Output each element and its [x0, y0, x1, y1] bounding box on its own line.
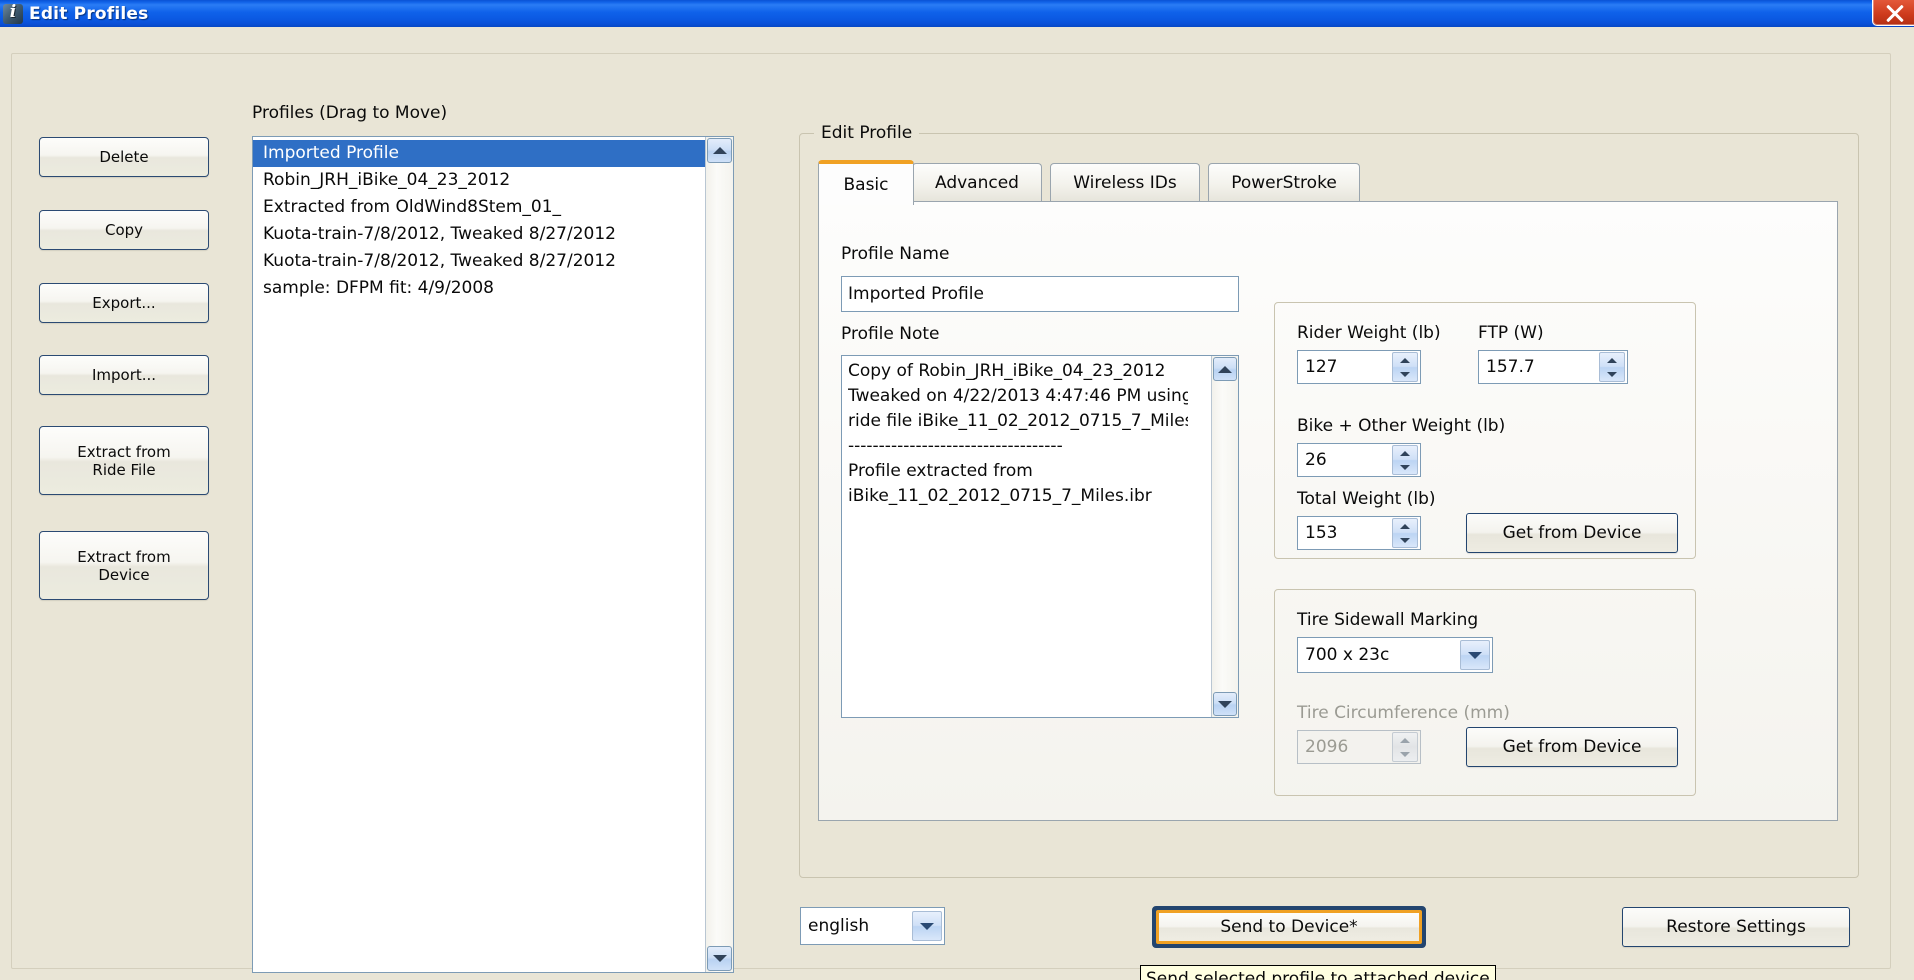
profile-name-label: Profile Name: [841, 244, 950, 264]
tab-powerstroke[interactable]: PowerStroke: [1208, 163, 1360, 202]
tab-wireless-ids[interactable]: Wireless IDs: [1050, 163, 1200, 202]
restore-settings-button[interactable]: Restore Settings: [1622, 907, 1850, 947]
title-bar: i Edit Profiles: [0, 0, 1914, 27]
tire-circumference-value: 2096: [1305, 737, 1349, 757]
tire-circumference-spinner: 2096: [1297, 730, 1421, 764]
note-scroll-up-button[interactable]: [1213, 357, 1237, 381]
profiles-list-items: Imported Profile Robin_JRH_iBike_04_23_2…: [253, 137, 706, 972]
export-button[interactable]: Export...: [39, 283, 209, 323]
bike-other-weight-spinner[interactable]: 26: [1297, 443, 1421, 477]
ftp-value: 157.7: [1486, 357, 1535, 377]
stepper-up-icon: [1400, 523, 1410, 529]
stepper-up-icon: [1400, 450, 1410, 456]
import-button[interactable]: Import...: [39, 355, 209, 395]
bike-other-weight-label: Bike + Other Weight (lb): [1297, 416, 1506, 436]
tab-basic[interactable]: Basic: [818, 160, 914, 205]
stepper-up-icon: [1400, 737, 1410, 743]
stepper-up-icon: [1400, 357, 1410, 363]
profiles-list-scrollbar[interactable]: [705, 137, 733, 972]
language-combobox[interactable]: english: [800, 907, 945, 945]
note-scroll-down-button[interactable]: [1213, 692, 1237, 716]
total-weight-spinner[interactable]: 153: [1297, 516, 1421, 550]
profile-note-textarea[interactable]: Copy of Robin_JRH_iBike_04_23_2012 Tweak…: [841, 355, 1239, 718]
list-item[interactable]: Kuota-train-7/8/2012, Tweaked 8/27/2012: [253, 248, 706, 275]
tire-sidewall-value: 700 x 23c: [1305, 645, 1390, 665]
bike-other-weight-value: 26: [1305, 450, 1327, 470]
app-icon: i: [2, 2, 24, 25]
weight-get-from-device-button[interactable]: Get from Device: [1466, 513, 1678, 553]
ftp-label: FTP (W): [1478, 323, 1544, 343]
list-item[interactable]: sample: DFPM fit: 4/9/2008: [253, 275, 706, 302]
total-weight-value: 153: [1305, 523, 1338, 543]
language-value: english: [808, 916, 870, 936]
rider-weight-label: Rider Weight (lb): [1297, 323, 1441, 343]
profiles-list-label: Profiles (Drag to Move): [252, 103, 448, 123]
list-item[interactable]: Robin_JRH_iBike_04_23_2012: [253, 167, 706, 194]
list-item[interactable]: Extracted from OldWind8Stem_01_: [253, 194, 706, 221]
edit-profile-group-title: Edit Profile: [814, 123, 920, 143]
edit-profiles-window: i Edit Profiles Delete Copy Export... Im…: [0, 0, 1914, 980]
scroll-up-button[interactable]: [707, 138, 732, 163]
chevron-down-icon: [1218, 700, 1232, 708]
tire-sidewall-label: Tire Sidewall Marking: [1297, 610, 1479, 630]
copy-button[interactable]: Copy: [39, 210, 209, 250]
profile-note-text: Copy of Robin_JRH_iBike_04_23_2012 Tweak…: [848, 361, 1188, 506]
profile-note-scrollbar[interactable]: [1211, 356, 1238, 717]
stepper-up-icon: [1607, 357, 1617, 363]
stepper-down-icon: [1400, 464, 1410, 470]
rider-weight-spinner[interactable]: 127: [1297, 350, 1421, 384]
send-to-device-tooltip: Send selected profile to attached device: [1140, 965, 1496, 980]
tire-circumference-stepper: [1392, 732, 1418, 762]
tab-advanced[interactable]: Advanced: [912, 163, 1042, 202]
dropdown-arrow-button[interactable]: [912, 911, 942, 941]
profiles-listbox[interactable]: Imported Profile Robin_JRH_iBike_04_23_2…: [252, 136, 734, 973]
dropdown-arrow-button[interactable]: [1460, 640, 1490, 670]
chevron-down-icon: [712, 955, 727, 962]
tab-page-basic: Profile Name Imported Profile Profile No…: [818, 201, 1838, 821]
send-to-device-label: Send to Device*: [1156, 910, 1422, 944]
send-to-device-button[interactable]: Send to Device*: [1152, 906, 1426, 948]
chevron-down-icon: [920, 922, 934, 930]
window-title: Edit Profiles: [29, 3, 149, 24]
list-item[interactable]: Imported Profile: [253, 140, 706, 167]
ftp-spinner[interactable]: 157.7: [1478, 350, 1628, 384]
chevron-up-icon: [1218, 365, 1232, 373]
profile-note-label: Profile Note: [841, 324, 940, 344]
rider-weight-stepper[interactable]: [1392, 352, 1418, 382]
stepper-down-icon: [1400, 751, 1410, 757]
list-item[interactable]: Kuota-train-7/8/2012, Tweaked 8/27/2012: [253, 221, 706, 248]
client-area: Delete Copy Export... Import... Extract …: [0, 27, 1914, 980]
chevron-up-icon: [712, 147, 727, 154]
tire-group: Tire Sidewall Marking 700 x 23c Tire Cir…: [1274, 589, 1696, 796]
tire-get-from-device-button[interactable]: Get from Device: [1466, 727, 1678, 767]
edit-profile-group: Edit Profile Basic Advanced Wireless IDs…: [799, 123, 1859, 878]
tire-circumference-label: Tire Circumference (mm): [1297, 703, 1510, 723]
extract-from-ride-file-button[interactable]: Extract from Ride File: [39, 426, 209, 495]
profile-name-input[interactable]: Imported Profile: [841, 276, 1239, 312]
close-button[interactable]: [1872, 0, 1914, 26]
bike-other-weight-stepper[interactable]: [1392, 445, 1418, 475]
stepper-down-icon: [1607, 371, 1617, 377]
stepper-down-icon: [1400, 537, 1410, 543]
tab-strip: Basic Advanced Wireless IDs PowerStroke: [818, 160, 1838, 205]
tire-sidewall-combobox[interactable]: 700 x 23c: [1297, 637, 1493, 673]
scroll-down-button[interactable]: [707, 946, 732, 971]
total-weight-label: Total Weight (lb): [1297, 489, 1436, 509]
weight-group: Rider Weight (lb) 127 FTP (W) 157.7 Bike…: [1274, 302, 1696, 559]
extract-from-device-button[interactable]: Extract from Device: [39, 531, 209, 600]
rider-weight-value: 127: [1305, 357, 1338, 377]
delete-button[interactable]: Delete: [39, 137, 209, 177]
chevron-down-icon: [1468, 651, 1482, 659]
total-weight-stepper[interactable]: [1392, 518, 1418, 548]
stepper-down-icon: [1400, 371, 1410, 377]
ftp-stepper[interactable]: [1599, 352, 1625, 382]
